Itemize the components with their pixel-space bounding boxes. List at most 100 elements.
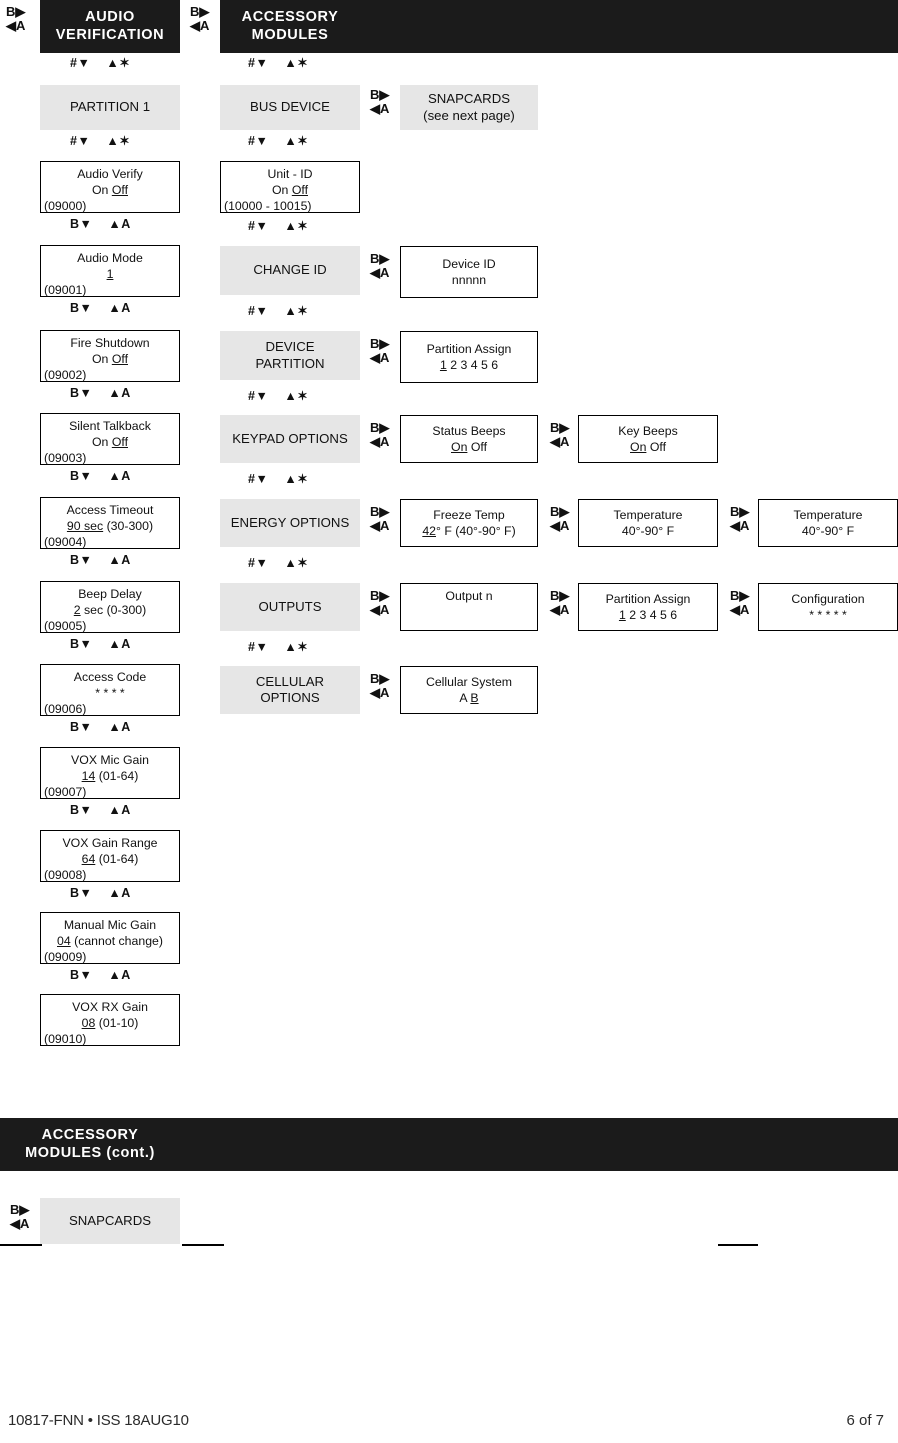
branch-right-label: B▶ — [190, 4, 210, 19]
trim-mark-left — [0, 1244, 42, 1246]
display-box-configuration[interactable]: Configuration * * * * * — [758, 583, 898, 631]
section-header-line2: MODULES — [251, 26, 329, 43]
connector-am-outputs: #▼ ▲✶ — [248, 639, 308, 654]
display-value: 40°-90° F — [801, 524, 855, 538]
display-box-temperature-1[interactable]: Temperature 40°-90° F — [578, 499, 718, 547]
branch-connector-status-beeps: B▶ ◀A — [370, 421, 400, 448]
branch-left-label: ◀A — [730, 601, 750, 617]
display-box-cellular-system[interactable]: Cellular System A B — [400, 666, 538, 714]
display-value: 14 (01-64) — [81, 769, 139, 784]
connector-down-label: #▼ — [70, 134, 91, 148]
display-box-temperature-2[interactable]: Temperature 40°-90° F — [758, 499, 898, 547]
display-box-freeze-temp[interactable]: Freeze Temp 42° F (40°-90° F) — [400, 499, 538, 547]
menu-box-cellular-options[interactable]: CELLULAR OPTIONS — [220, 666, 360, 714]
display-title: Status Beeps — [432, 423, 506, 438]
section-header-audio-verification: AUDIO VERIFICATION — [40, 0, 180, 53]
display-code: (09010) — [44, 1032, 87, 1047]
display-box-output-n[interactable]: Output n — [400, 583, 538, 631]
branch-connector-key-beeps: B▶ ◀A — [550, 421, 580, 448]
connector-down-label: #▼ — [248, 556, 269, 570]
branch-connector-partition-assign-outputs: B▶ ◀A — [550, 589, 580, 616]
display-box-audio-verify[interactable]: Audio Verify On Off (09000) — [40, 161, 180, 213]
connector-up-label: ▲✶ — [284, 219, 309, 233]
display-box-key-beeps[interactable]: Key Beeps On Off — [578, 415, 718, 463]
menu-box-keypad-options[interactable]: KEYPAD OPTIONS — [220, 415, 360, 463]
menu-box-device-partition[interactable]: DEVICE PARTITION — [220, 331, 360, 380]
menu-box-partition-1[interactable]: PARTITION 1 — [40, 85, 180, 130]
connector-up-label: ▲A — [108, 217, 131, 231]
display-box-fire-shutdown[interactable]: Fire Shutdown On Off (09002) — [40, 330, 180, 382]
connector-av-item-8: B▼ ▲A — [70, 886, 131, 900]
connector-down-label: #▼ — [248, 472, 269, 486]
menu-box-snapcards-see-next-page[interactable]: SNAPCARDS (see next page) — [400, 85, 538, 130]
connector-av-entry: #▼ ▲✶ — [70, 55, 130, 70]
display-box-beep-delay[interactable]: Beep Delay 2 sec (0-300) (09005) — [40, 581, 180, 633]
display-value: On Off — [91, 435, 128, 450]
display-box-vox-mic-gain[interactable]: VOX Mic Gain 14 (01-64) (09007) — [40, 747, 180, 799]
connector-up-label: ▲A — [108, 469, 131, 483]
connector-av-item-3: B▼ ▲A — [70, 469, 131, 483]
menu-box-energy-options[interactable]: ENERGY OPTIONS — [220, 499, 360, 547]
branch-right-label: B▶ — [370, 504, 390, 519]
branch-left-label: ◀A — [550, 601, 570, 617]
menu-box-outputs[interactable]: OUTPUTS — [220, 583, 360, 631]
display-box-silent-talkback[interactable]: Silent Talkback On Off (09003) — [40, 413, 180, 465]
connector-up-label: ▲✶ — [284, 56, 309, 70]
display-title: VOX RX Gain — [72, 1000, 148, 1014]
display-title: Partition Assign — [605, 591, 691, 606]
display-code: (09004) — [44, 535, 87, 550]
display-title: Temperature — [793, 507, 863, 522]
connector-down-label: B▼ — [70, 886, 93, 900]
menu-box-snapcards[interactable]: SNAPCARDS — [40, 1198, 180, 1244]
connector-down-label: #▼ — [248, 56, 269, 70]
branch-left-label: ◀A — [730, 517, 750, 533]
connector-down-label: #▼ — [70, 56, 91, 70]
branch-left-label: ◀A — [370, 601, 390, 617]
branch-connector-device-id: B▶ ◀A — [370, 252, 400, 279]
branch-connector-partition-assign: B▶ ◀A — [370, 337, 400, 364]
display-box-audio-mode[interactable]: Audio Mode 1 (09001) — [40, 245, 180, 297]
menu-box-bus-device[interactable]: BUS DEVICE — [220, 85, 360, 130]
branch-left-label: ◀A — [190, 17, 210, 33]
menu-box-label: OUTPUTS — [258, 598, 322, 614]
connector-up-label: ▲A — [108, 968, 131, 982]
display-value: 1 — [106, 267, 114, 282]
display-box-device-id[interactable]: Device ID nnnnn — [400, 246, 538, 298]
display-box-access-code[interactable]: Access Code * * * * (09006) — [40, 664, 180, 716]
connector-av-item-2: B▼ ▲A — [70, 386, 131, 400]
menu-box-label-line2: OPTIONS — [260, 690, 320, 705]
connector-down-label: #▼ — [248, 640, 269, 654]
connector-down-label: B▼ — [70, 803, 93, 817]
display-box-vox-gain-range[interactable]: VOX Gain Range 64 (01-64) (09008) — [40, 830, 180, 882]
branch-right-label: B▶ — [370, 251, 390, 266]
display-box-partition-assign-outputs[interactable]: Partition Assign 1 2 3 4 5 6 — [578, 583, 718, 631]
menu-box-change-id[interactable]: CHANGE ID — [220, 246, 360, 295]
display-box-partition-assign[interactable]: Partition Assign 1 2 3 4 5 6 — [400, 331, 538, 383]
menu-box-label-line1: CELLULAR — [255, 673, 325, 689]
connector-av-item-7: B▼ ▲A — [70, 803, 131, 817]
branch-right-label: B▶ — [550, 420, 570, 435]
display-title: Audio Verify — [77, 167, 143, 181]
menu-box-label: PARTITION 1 — [69, 99, 151, 115]
display-value: 1 2 3 4 5 6 — [439, 358, 499, 372]
display-title: Access Code — [73, 670, 147, 684]
connector-up-label: ▲A — [108, 720, 131, 734]
connector-am-bus-device: #▼ ▲✶ — [248, 133, 308, 148]
display-title: Fire Shutdown — [70, 336, 150, 350]
menu-box-label: SNAPCARDS — [68, 1212, 152, 1228]
branch-connector-accessory-modules: B▶ ◀A — [190, 5, 220, 32]
menu-box-label: CHANGE ID — [253, 262, 327, 278]
display-title: Output n — [445, 589, 493, 603]
display-value: 08 (01-10) — [81, 1016, 139, 1031]
connector-down-label: #▼ — [248, 219, 269, 233]
display-value: 40°-90° F — [621, 524, 675, 538]
display-box-unit-id[interactable]: Unit - ID On Off (10000 - 10015) — [220, 161, 360, 213]
display-title: Freeze Temp — [433, 507, 505, 522]
display-box-status-beeps[interactable]: Status Beeps On Off — [400, 415, 538, 463]
display-box-manual-mic-gain[interactable]: Manual Mic Gain 04 (cannot change) (0900… — [40, 912, 180, 964]
display-box-access-timeout[interactable]: Access Timeout 90 sec (30-300) (09004) — [40, 497, 180, 549]
section-header-line2: VERIFICATION — [55, 26, 165, 43]
connector-down-label: B▼ — [70, 553, 93, 567]
display-title: Beep Delay — [78, 587, 142, 601]
display-box-vox-rx-gain[interactable]: VOX RX Gain 08 (01-10) (09010) — [40, 994, 180, 1046]
